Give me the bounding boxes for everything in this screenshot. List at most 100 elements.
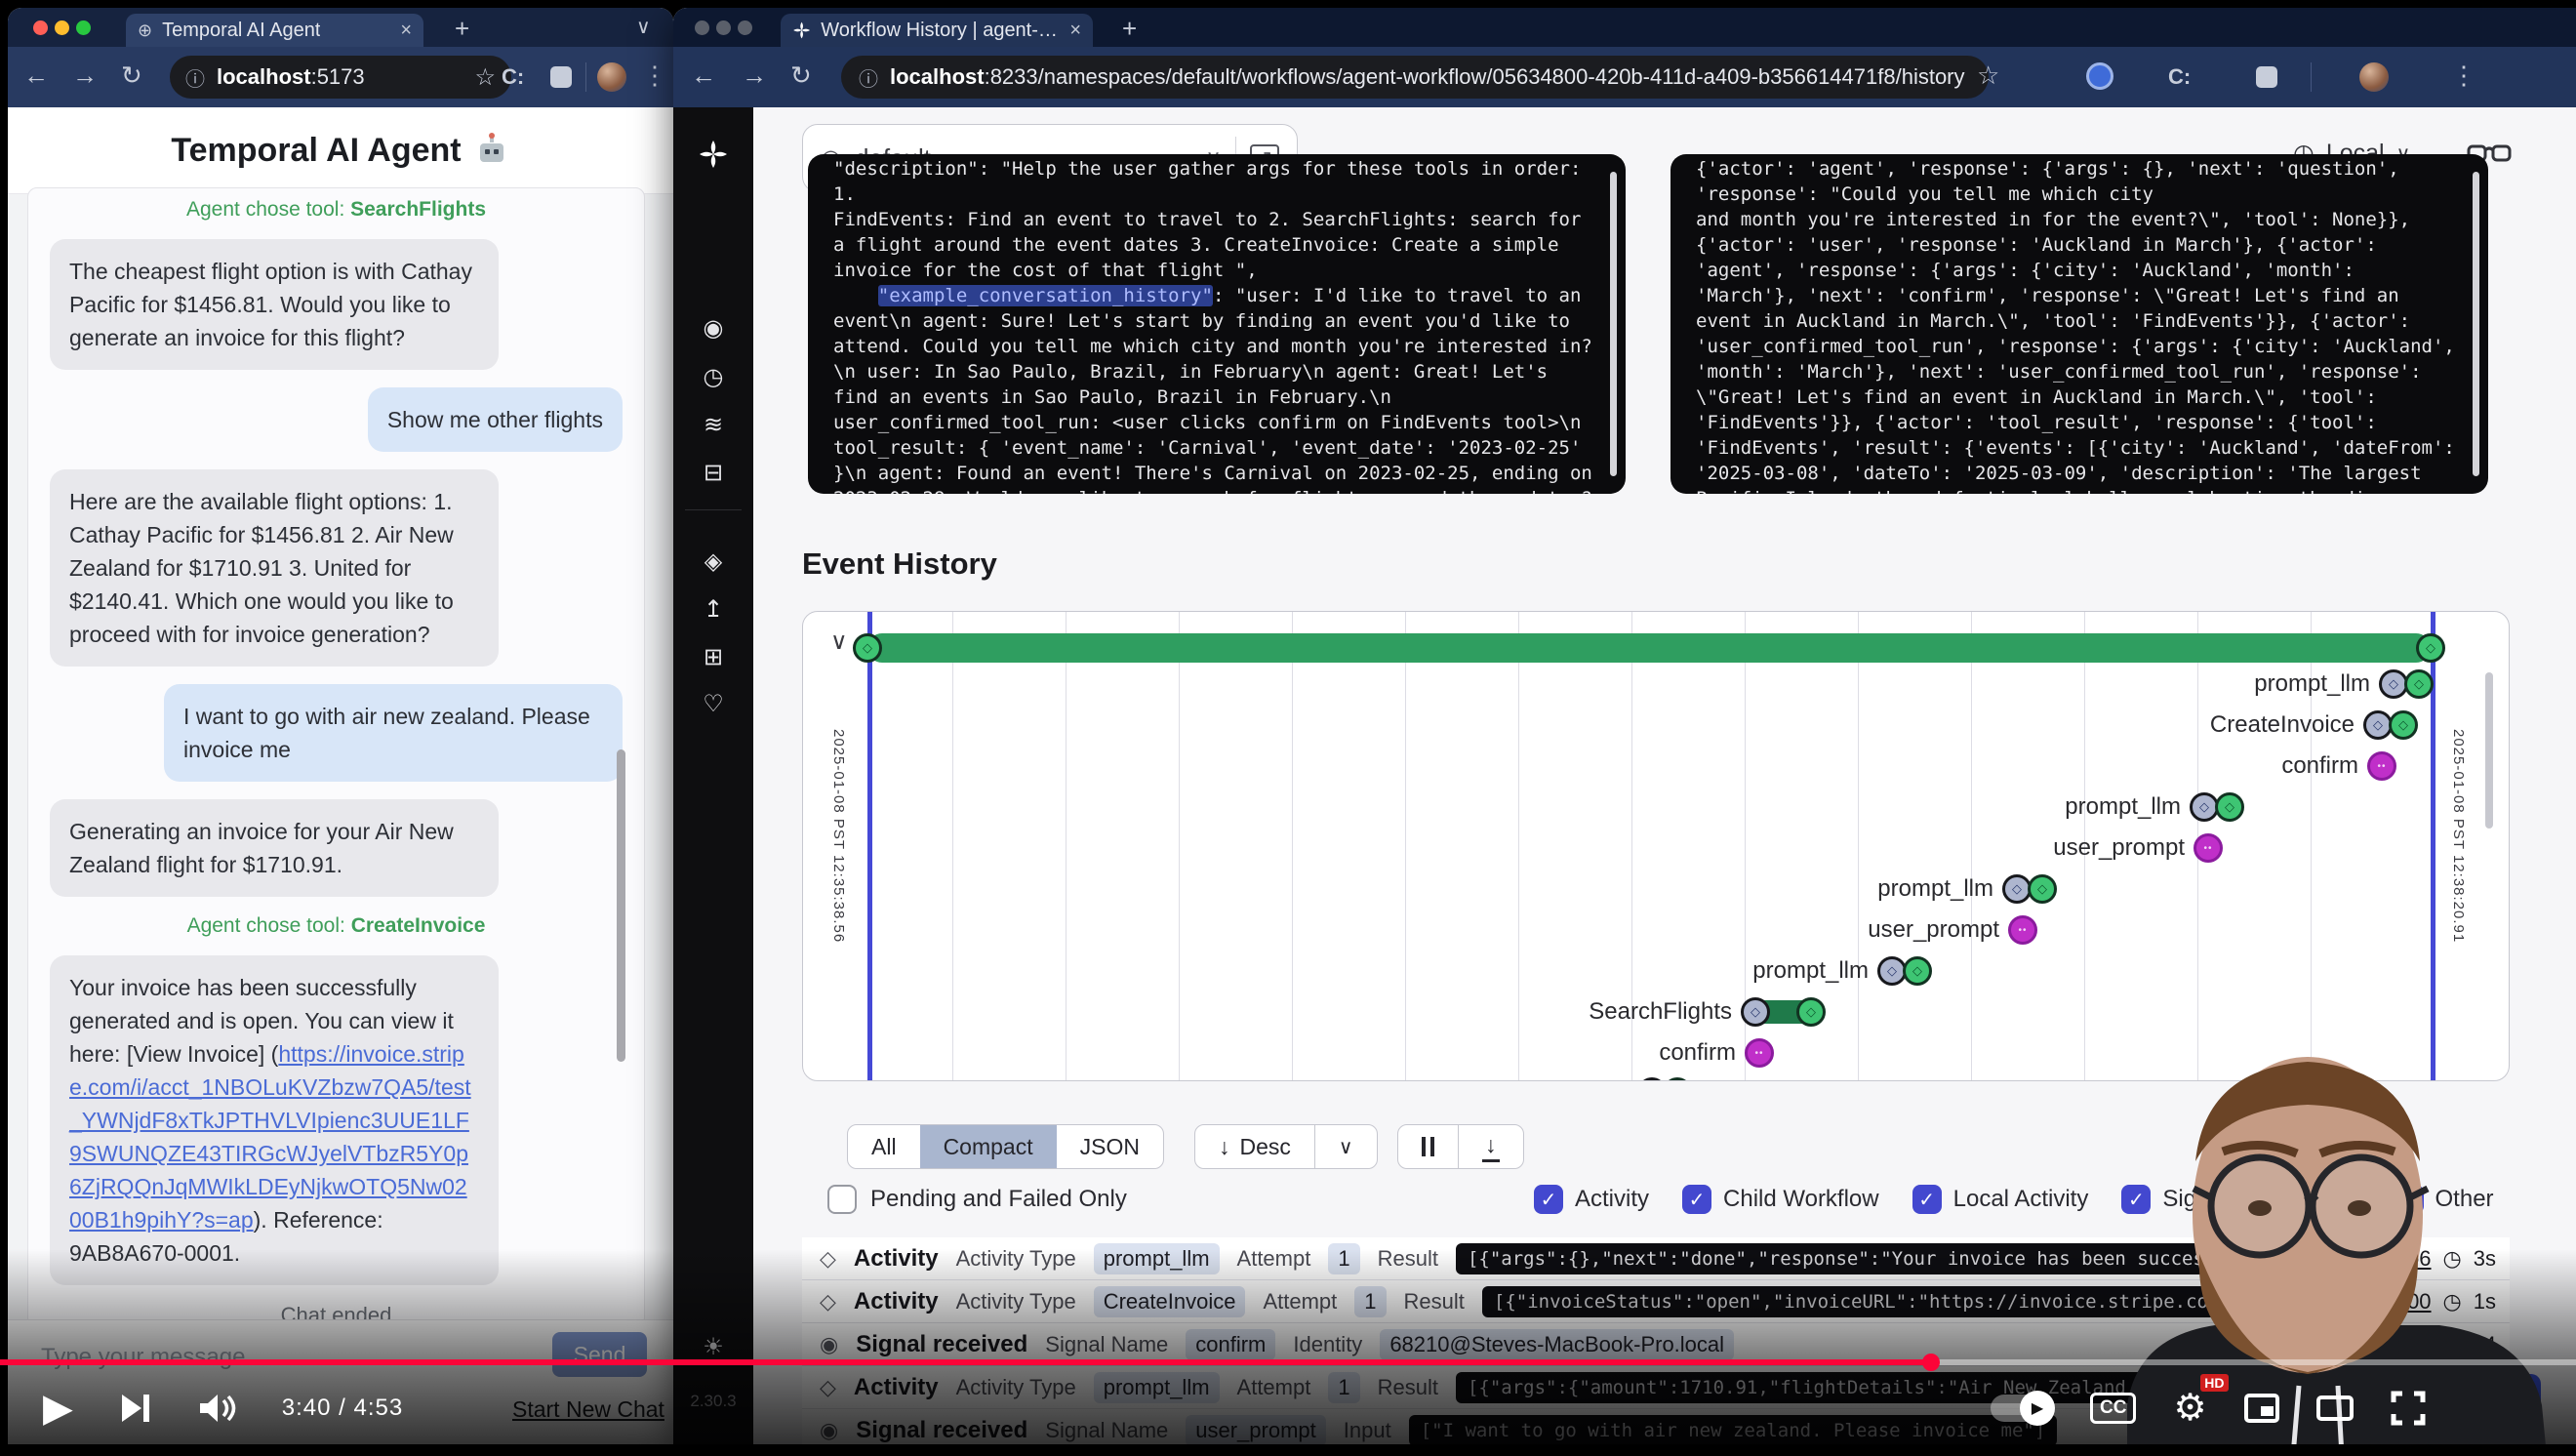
- forward-icon[interactable]: →: [72, 62, 98, 88]
- workflow-marker-icon[interactable]: ◇: [2416, 633, 2445, 663]
- workflow-execution-bar[interactable]: [867, 633, 2431, 663]
- playback-controls[interactable]: ↓: [1397, 1124, 1524, 1169]
- view-tab-json[interactable]: JSON: [1057, 1125, 1163, 1168]
- chat-scrollbar[interactable]: [617, 749, 625, 1062]
- autoplay-toggle[interactable]: ▶: [1991, 1395, 2053, 1422]
- video-progress-remaining[interactable]: [1931, 1359, 2576, 1365]
- profile-avatar[interactable]: [2359, 62, 2389, 92]
- batch-operations-icon[interactable]: ≋: [673, 411, 753, 439]
- invoice-link[interactable]: https://invoice.stripe.com/i/acct_1NBOLu…: [69, 1041, 471, 1233]
- filter-child-workflow[interactable]: ✓Child Workflow: [1682, 1185, 1879, 1214]
- video-progress-watched[interactable]: [0, 1359, 1931, 1365]
- address-bar[interactable]: ⓘ localhost:5173 ☆: [170, 56, 511, 99]
- panel-scrollbar[interactable]: [1610, 172, 1617, 476]
- checkbox-icon[interactable]: ✓: [2121, 1185, 2151, 1214]
- captions-button[interactable]: CC: [2090, 1393, 2136, 1424]
- extensions-puzzle-icon[interactable]: [2256, 66, 2277, 88]
- download-button[interactable]: ↓: [1458, 1125, 1523, 1168]
- menu-kebab-icon[interactable]: ⋮: [642, 62, 667, 88]
- activity-completed-icon[interactable]: ◇: [2215, 792, 2244, 822]
- view-tab-compact[interactable]: Compact: [920, 1125, 1057, 1168]
- collapse-chevron-icon[interactable]: ∨: [830, 627, 848, 656]
- new-tab-button[interactable]: +: [455, 16, 469, 41]
- forward-icon[interactable]: →: [742, 62, 767, 88]
- site-info-icon[interactable]: ⓘ: [185, 63, 205, 92]
- workflow-result-panel[interactable]: {'actor': 'agent', 'response': {'args': …: [1670, 154, 2488, 494]
- play-icon[interactable]: ▶: [43, 1386, 73, 1431]
- activity-completed-icon[interactable]: ◇: [1903, 956, 1932, 986]
- workflows-icon[interactable]: ◉: [673, 314, 753, 343]
- close-window-button[interactable]: [33, 20, 48, 35]
- bookmark-star-icon[interactable]: ☆: [1977, 61, 1999, 91]
- sort-control[interactable]: ↓Desc ∨: [1194, 1124, 1378, 1169]
- reload-icon[interactable]: ↻: [121, 62, 142, 88]
- namespaces-icon[interactable]: ◈: [673, 547, 753, 576]
- workflow-input-panel[interactable]: "description": "Help the user gather arg…: [808, 154, 1626, 494]
- activity-scheduled-icon[interactable]: ◇: [1637, 1077, 1667, 1081]
- activity-completed-icon[interactable]: ◇: [1663, 1077, 1692, 1081]
- extension-c-icon[interactable]: C:: [502, 64, 524, 90]
- bookmark-star-icon[interactable]: ☆: [474, 63, 496, 92]
- pause-button[interactable]: [1398, 1125, 1458, 1168]
- sort-chevron-button[interactable]: ∨: [1314, 1125, 1377, 1168]
- filter-timer[interactable]: ✓Timer: [2261, 1185, 2360, 1214]
- tab-workflow-history[interactable]: Workflow History | agent-wor ×: [781, 14, 1093, 47]
- minimize-window-button[interactable]: [55, 20, 69, 35]
- volume-icon[interactable]: [198, 1392, 237, 1425]
- checkbox-icon[interactable]: ✓: [2261, 1185, 2290, 1214]
- view-tab-all[interactable]: All: [848, 1125, 920, 1168]
- password-manager-icon[interactable]: [2086, 62, 2113, 90]
- extension-c-icon[interactable]: C:: [2168, 64, 2191, 90]
- filter-signal[interactable]: ✓Signal: [2121, 1185, 2228, 1214]
- zoom-window-button[interactable]: [738, 20, 752, 35]
- minimize-window-button[interactable]: [716, 20, 731, 35]
- filter-other[interactable]: ✓Other: [2395, 1185, 2494, 1214]
- miniplayer-icon[interactable]: [2244, 1394, 2279, 1423]
- video-progress-handle[interactable]: [1922, 1354, 1940, 1371]
- pending-failed-filter[interactable]: Pending and Failed Only: [827, 1185, 1127, 1214]
- activity-completed-icon[interactable]: ◇: [2404, 669, 2434, 699]
- workflow-marker-icon[interactable]: ◇: [853, 633, 882, 663]
- address-bar[interactable]: ⓘ localhost:8233/namespaces/default/work…: [841, 56, 1989, 99]
- activity-completed-icon[interactable]: ◇: [1796, 997, 1826, 1027]
- back-icon[interactable]: ←: [691, 62, 716, 88]
- new-tab-button[interactable]: +: [1122, 16, 1137, 41]
- view-mode-tabs[interactable]: AllCompactJSON: [847, 1124, 1164, 1169]
- activity-scheduled-icon[interactable]: ◇: [1741, 997, 1770, 1027]
- back-icon[interactable]: ←: [23, 62, 49, 88]
- theater-mode-icon[interactable]: [2316, 1395, 2354, 1421]
- checkbox-icon[interactable]: ✓: [1682, 1185, 1711, 1214]
- checkbox-icon[interactable]: ✓: [1534, 1185, 1563, 1214]
- favorites-icon[interactable]: ♡: [673, 690, 753, 718]
- filter-activity[interactable]: ✓Activity: [1534, 1185, 1649, 1214]
- menu-kebab-icon[interactable]: ⋮: [2451, 62, 2476, 88]
- sort-desc-button[interactable]: ↓Desc: [1195, 1125, 1314, 1168]
- next-icon[interactable]: [118, 1391, 153, 1426]
- zoom-window-button[interactable]: [76, 20, 91, 35]
- event-timeline[interactable]: ∨ 2025-01-08 PST 12:35:38.56 2025-01-08 …: [802, 611, 2510, 1081]
- tab-close-icon[interactable]: ×: [1069, 20, 1081, 42]
- pending-checkbox[interactable]: [827, 1185, 857, 1214]
- reload-icon[interactable]: ↻: [790, 62, 812, 88]
- signal-marker-icon[interactable]: ••: [2367, 751, 2396, 781]
- schedules-icon[interactable]: ◷: [673, 363, 753, 391]
- tab-close-icon[interactable]: ×: [400, 20, 412, 42]
- activity-completed-icon[interactable]: ◇: [2389, 710, 2418, 740]
- fullscreen-icon[interactable]: [2391, 1391, 2426, 1426]
- filter-local-activity[interactable]: ✓Local Activity: [1912, 1185, 2089, 1214]
- panel-scrollbar[interactable]: [2473, 172, 2479, 476]
- signal-marker-icon[interactable]: ••: [1745, 1038, 1774, 1068]
- extensions-puzzle-icon[interactable]: [550, 66, 572, 88]
- close-window-button[interactable]: [695, 20, 709, 35]
- timeline-scrollbar[interactable]: [2485, 672, 2493, 829]
- checkbox-icon[interactable]: ✓: [2395, 1185, 2424, 1214]
- checkbox-icon[interactable]: ✓: [1912, 1185, 1942, 1214]
- share-icon[interactable]: ↥: [673, 595, 753, 624]
- profile-avatar[interactable]: [597, 62, 626, 92]
- archive-icon[interactable]: ⊟: [673, 459, 753, 487]
- signal-marker-icon[interactable]: ••: [2194, 833, 2223, 863]
- tab-search-chevron-icon[interactable]: ∨: [636, 18, 651, 37]
- feedback-icon[interactable]: ⊞: [673, 643, 753, 671]
- site-info-icon[interactable]: ⓘ: [859, 63, 878, 92]
- settings-gear-icon[interactable]: ⚙HD: [2173, 1386, 2206, 1430]
